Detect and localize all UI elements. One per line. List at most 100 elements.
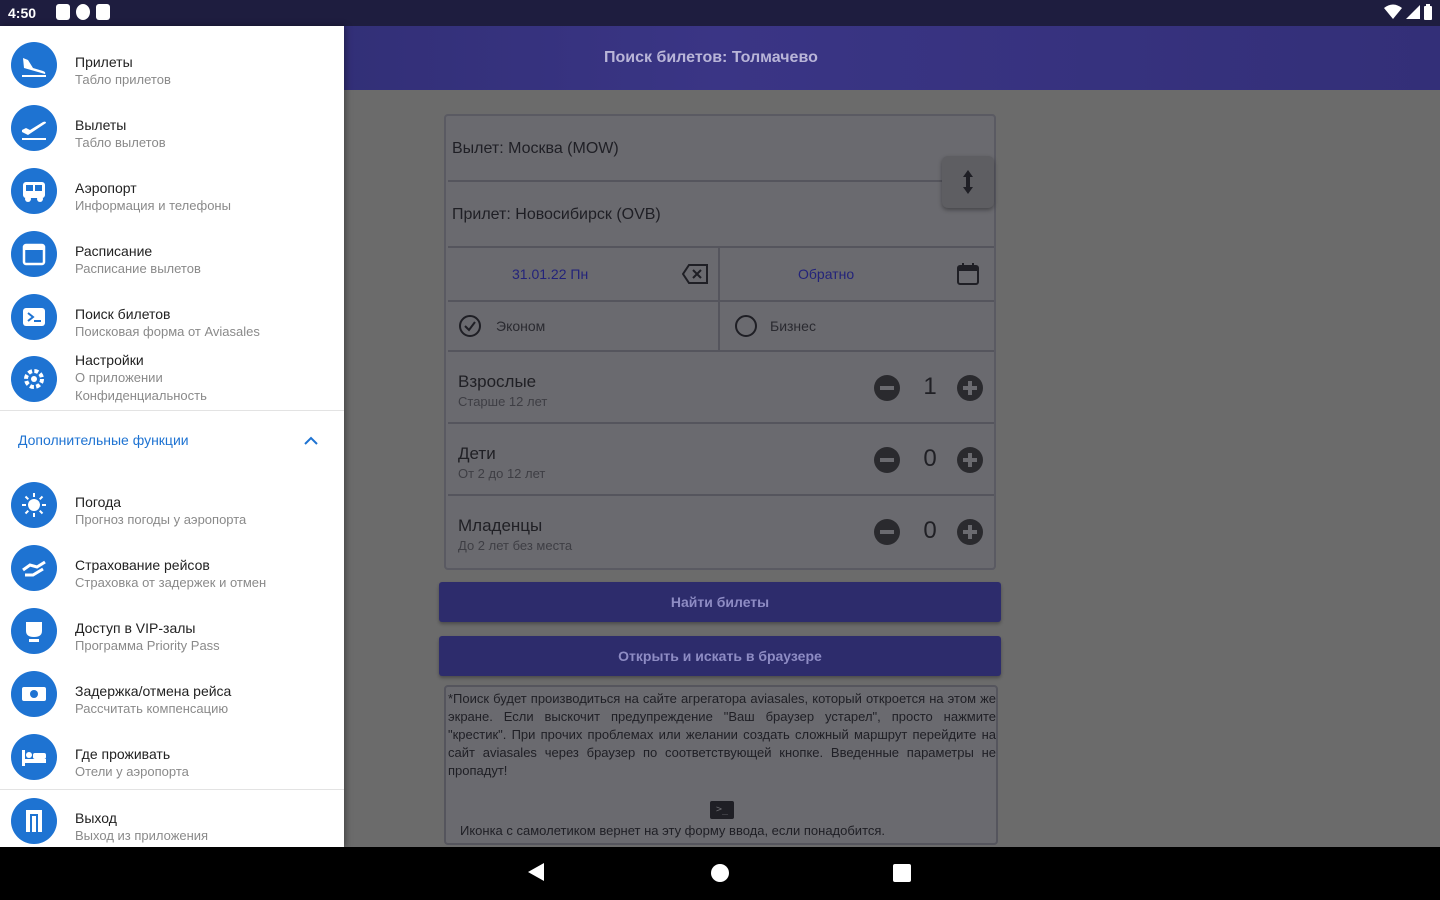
- ticket-search-icon: [11, 294, 57, 340]
- settings-icon: [11, 356, 57, 402]
- clear-date-icon[interactable]: [682, 264, 708, 284]
- drawer-item-settings[interactable]: Настройки О приложении Конфиденциальност…: [0, 350, 344, 410]
- navigation-drawer: Прилеты Табло прилетов Вылеты Табло выле…: [0, 26, 344, 847]
- drawer-item-subtitle: Страховка от задержек и отмен: [75, 575, 267, 590]
- drawer-item-subtitle: Расписание вылетов: [75, 261, 201, 276]
- money-icon: [11, 671, 57, 717]
- divider: [0, 410, 344, 411]
- bus-icon: [11, 168, 57, 214]
- drawer-item-schedule[interactable]: Расписание Расписание вылетов: [0, 229, 344, 285]
- page-title: Поиск билетов: Толмачево: [604, 49, 818, 66]
- search-form: Вылет: Москва (MOW) Прилет: Новосибирск …: [444, 114, 996, 570]
- drawer-item-compensation[interactable]: Задержка/отмена рейса Рассчитать компенс…: [0, 669, 344, 725]
- drawer-item-arrivals[interactable]: Прилеты Табло прилетов: [0, 40, 344, 96]
- drawer-item-subtitle: О приложении: [75, 370, 163, 385]
- drawer-item-vip[interactable]: Доступ в VIP-залы Программа Priority Pas…: [0, 606, 344, 662]
- drawer-item-title: Страхование рейсов: [75, 557, 210, 573]
- drawer-item-airport[interactable]: Аэропорт Информация и телефоны: [0, 166, 344, 222]
- decrement-button[interactable]: [874, 447, 900, 473]
- class-row: Эконом Бизнес: [448, 302, 994, 352]
- decrement-button[interactable]: [874, 375, 900, 401]
- departure-text: Вылет: Москва (MOW): [452, 140, 619, 157]
- drawer-item-subtitle: Выход из приложения: [75, 828, 209, 843]
- passenger-count: 0: [923, 517, 937, 544]
- drawer-item-title: Задержка/отмена рейса: [75, 683, 232, 699]
- passenger-row-children: Дети От 2 до 12 лет 0: [448, 424, 994, 496]
- swap-vertical-icon: [963, 170, 973, 194]
- vip-lounge-icon: [11, 608, 57, 654]
- calendar-icon: [11, 231, 57, 277]
- increment-button[interactable]: [957, 519, 983, 545]
- plane-takeoff-icon: [11, 105, 57, 151]
- passenger-count: 1: [923, 373, 937, 400]
- drawer-item-subtitle: Информация и телефоны: [75, 198, 231, 213]
- calendar-icon[interactable]: [956, 262, 980, 286]
- system-navigation-bar: [0, 847, 1440, 900]
- drawer-item-weather[interactable]: Погода Прогноз погоды у аэропорта: [0, 480, 344, 536]
- drawer-item-insurance[interactable]: Страхование рейсов Страховка от задержек…: [0, 543, 344, 599]
- home-icon[interactable]: [711, 864, 729, 882]
- notice-box: *Поиск будет производиться на сайте агре…: [444, 685, 998, 845]
- drawer-item-title: Поиск билетов: [75, 306, 171, 322]
- notification-icons: [56, 4, 110, 20]
- status-bar: 4:50: [0, 0, 1440, 26]
- departure-field[interactable]: Вылет: Москва (MOW): [448, 116, 994, 182]
- date-back-field[interactable]: Обратно: [720, 248, 994, 300]
- drawer-item-subtitle-2: Конфиденциальность: [75, 388, 207, 403]
- drawer-item-exit[interactable]: Выход Выход из приложения: [0, 796, 344, 847]
- drawer-item-subtitle: Поисковая форма от Aviasales: [75, 324, 260, 339]
- decrement-button[interactable]: [874, 519, 900, 545]
- passenger-count: 0: [923, 445, 937, 472]
- hotel-bed-icon: [11, 734, 57, 780]
- drawer-item-subtitle: Отели у аэропорта: [75, 764, 189, 779]
- dates-row: 31.01.22 Пн Обратно: [448, 248, 994, 302]
- status-time: 4:50: [8, 5, 37, 21]
- back-icon[interactable]: [528, 863, 544, 881]
- class-business-option[interactable]: Бизнес: [720, 302, 994, 350]
- divider: [0, 789, 344, 790]
- open-in-browser-button[interactable]: Открыть и искать в браузере: [439, 636, 1001, 676]
- passenger-title: Младенцы: [458, 516, 543, 535]
- radio-unchecked-icon: [735, 315, 757, 337]
- drawer-item-title: Настройки: [75, 352, 144, 368]
- drawer-item-title: Расписание: [75, 243, 153, 259]
- passenger-row-infants: Младенцы До 2 лет без места 0: [448, 496, 994, 568]
- drawer-item-title: Выход: [75, 810, 117, 826]
- app-notification-icon: [76, 4, 90, 20]
- exit-door-icon: [11, 798, 57, 844]
- sd-card-icon: [96, 4, 110, 20]
- plane-landing-icon: [11, 42, 57, 88]
- passenger-subtitle: До 2 лет без места: [458, 538, 573, 553]
- class-economy-option[interactable]: Эконом: [448, 302, 720, 350]
- drawer-item-subtitle: Программа Priority Pass: [75, 638, 220, 653]
- drawer-item-departures[interactable]: Вылеты Табло вылетов: [0, 103, 344, 159]
- signal-icon: [1406, 5, 1420, 19]
- radio-checked-icon: [459, 315, 481, 337]
- drawer-item-ticket-search[interactable]: Поиск билетов Поисковая форма от Aviasal…: [0, 292, 344, 348]
- notification-icon: [56, 4, 70, 20]
- passenger-title: Дети: [458, 444, 496, 463]
- passenger-subtitle: От 2 до 12 лет: [458, 466, 546, 481]
- class-business-label: Бизнес: [770, 318, 816, 334]
- passenger-subtitle: Старше 12 лет: [458, 394, 548, 409]
- drawer-item-title: Доступ в VIP-залы: [75, 620, 196, 636]
- recent-apps-icon[interactable]: [893, 864, 911, 882]
- chevron-up-icon[interactable]: [302, 432, 320, 450]
- increment-button[interactable]: [957, 375, 983, 401]
- battery-icon: [1424, 4, 1432, 20]
- drawer-item-hotels[interactable]: Где проживать Отели у аэропорта: [0, 732, 344, 788]
- find-tickets-button[interactable]: Найти билеты: [439, 582, 1001, 622]
- drawer-item-title: Погода: [75, 494, 122, 510]
- passenger-row-adults: Взрослые Старше 12 лет 1: [448, 352, 994, 424]
- swap-cities-button[interactable]: [942, 156, 994, 208]
- extra-functions-header[interactable]: Дополнительные функции: [18, 432, 189, 448]
- drawer-item-subtitle: Табло вылетов: [75, 135, 166, 150]
- arrival-field[interactable]: Прилет: Новосибирск (OVB): [448, 182, 994, 248]
- class-economy-label: Эконом: [496, 318, 546, 334]
- insurance-icon: [11, 545, 57, 591]
- increment-button[interactable]: [957, 447, 983, 473]
- date-there-field[interactable]: 31.01.22 Пн: [448, 248, 720, 300]
- sun-icon: [11, 482, 57, 528]
- notice-footer: Иконка с самолетиком вернет на эту форму…: [460, 823, 886, 838]
- drawer-item-subtitle: Рассчитать компенсацию: [75, 701, 229, 716]
